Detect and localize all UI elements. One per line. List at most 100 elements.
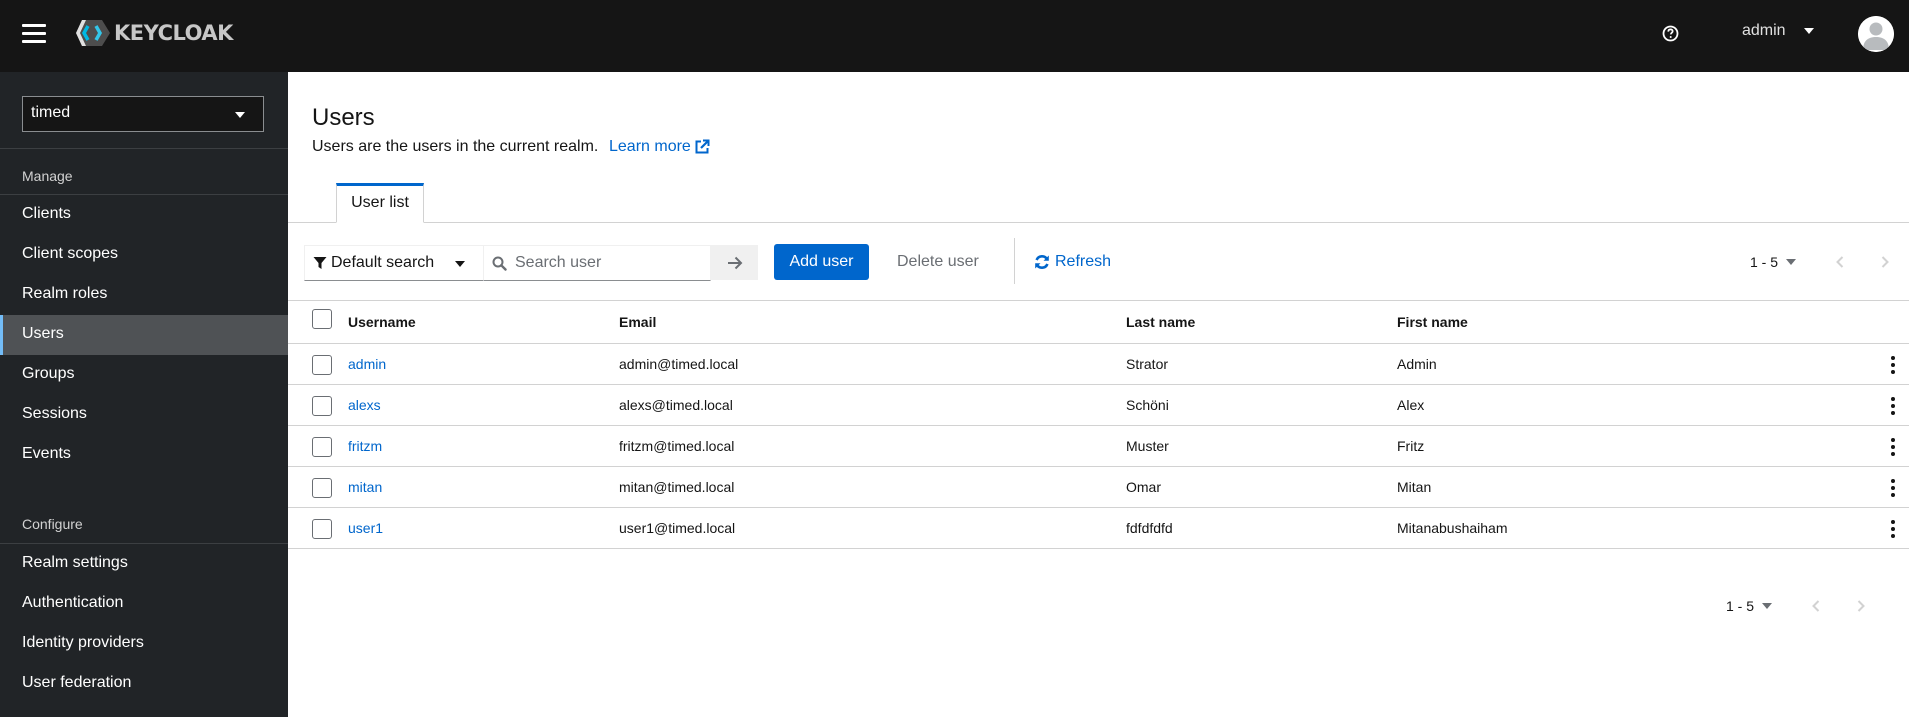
masthead: KEYCLOAK admin — [0, 0, 1909, 72]
sidebar: timed Manage Clients Client scopes Realm… — [0, 72, 288, 717]
user-menu-toggle[interactable]: admin — [1742, 22, 1814, 40]
chevron-right-icon — [1881, 256, 1889, 268]
caret-down-icon — [455, 261, 465, 267]
chevron-left-icon — [1812, 600, 1820, 612]
help-icon[interactable] — [1662, 25, 1679, 42]
column-header-email[interactable]: Email — [619, 301, 656, 343]
username-link[interactable]: admin — [348, 344, 386, 384]
avatar[interactable] — [1858, 16, 1894, 52]
last-name-cell: Omar — [1126, 479, 1161, 495]
table-row: admin admin@timed.local Strator Admin — [288, 344, 1909, 385]
caret-down-icon — [1786, 259, 1797, 265]
username-link[interactable]: mitan — [348, 467, 382, 507]
per-page-toggle[interactable]: 1 - 5 — [1726, 598, 1773, 614]
sidebar-item-sessions[interactable]: Sessions — [0, 395, 288, 435]
search-submit-button[interactable] — [711, 245, 758, 280]
sidebar-item-clients[interactable]: Clients — [0, 195, 288, 235]
main-content: Users Users are the users in the current… — [288, 72, 1909, 717]
row-checkbox[interactable] — [312, 355, 332, 375]
previous-page-button[interactable] — [1830, 252, 1850, 272]
previous-page-button[interactable] — [1806, 596, 1826, 616]
nav-divider — [0, 148, 288, 149]
caret-down-icon — [1762, 603, 1773, 609]
page-description: Users are the users in the current realm… — [312, 138, 599, 155]
delete-user-button[interactable]: Delete user — [885, 244, 991, 280]
user-menu-username: admin — [1742, 22, 1786, 39]
hamburger-menu-icon[interactable] — [22, 24, 46, 44]
keycloak-logo-icon — [76, 20, 110, 46]
email-cell: alexs@timed.local — [619, 397, 733, 413]
last-name-cell: Strator — [1126, 356, 1169, 372]
search-icon — [492, 256, 507, 271]
table-row: alexs alexs@timed.local Schöni Alex — [288, 385, 1909, 426]
brand-logo[interactable]: KEYCLOAK — [74, 18, 233, 48]
row-checkbox[interactable] — [312, 396, 332, 416]
pagination-top: 1 - 5 — [1750, 252, 1895, 272]
row-checkbox[interactable] — [312, 478, 332, 498]
kebab-menu-icon[interactable] — [1887, 397, 1899, 415]
email-cell: admin@timed.local — [619, 356, 739, 372]
row-checkbox[interactable] — [312, 519, 332, 539]
username-link[interactable]: fritzm — [348, 426, 382, 466]
username-link[interactable]: user1 — [348, 508, 383, 548]
column-header-first-name[interactable]: First name — [1397, 301, 1468, 343]
sidebar-item-user-federation[interactable]: User federation — [0, 664, 288, 704]
column-header-last-name[interactable]: Last name — [1126, 301, 1195, 343]
add-user-button[interactable]: Add user — [774, 244, 869, 280]
pagination-bottom: 1 - 5 — [1726, 596, 1871, 616]
sidebar-item-events[interactable]: Events — [0, 435, 288, 475]
arrow-right-icon — [727, 256, 742, 269]
caret-down-icon — [235, 112, 245, 118]
external-link-icon — [695, 139, 710, 154]
table-header-row: Username Email Last name First name — [288, 301, 1909, 344]
avatar-icon — [1858, 16, 1894, 52]
caret-down-icon — [1803, 28, 1814, 34]
column-header-username[interactable]: Username — [348, 301, 416, 343]
search-field[interactable] — [483, 245, 711, 281]
table-row: fritzm fritzm@timed.local Muster Fritz — [288, 426, 1909, 467]
kebab-menu-icon[interactable] — [1887, 438, 1899, 456]
tab-user-list[interactable]: User list — [336, 183, 424, 223]
table-row: user1 user1@timed.local fdfdfdfd Mitanab… — [288, 508, 1909, 549]
realm-selector[interactable]: timed — [22, 96, 264, 132]
sidebar-item-realm-roles[interactable]: Realm roles — [0, 275, 288, 315]
learn-more-label: Learn more — [609, 138, 691, 155]
brand-name: KEYCLOAK — [114, 21, 233, 45]
first-name-cell: Admin — [1397, 356, 1437, 372]
per-page-toggle[interactable]: 1 - 5 — [1750, 254, 1797, 270]
search-type-dropdown[interactable]: Default search — [304, 245, 484, 281]
nav-section-configure: Configure — [22, 516, 83, 532]
search-input[interactable] — [515, 254, 695, 272]
email-cell: mitan@timed.local — [619, 479, 735, 495]
search-type-label: Default search — [331, 254, 435, 271]
users-table: Username Email Last name First name admi… — [288, 301, 1909, 549]
row-checkbox[interactable] — [312, 437, 332, 457]
first-name-cell: Fritz — [1397, 438, 1425, 454]
pagination-range: 1 - 5 — [1726, 598, 1755, 614]
sidebar-item-realm-settings[interactable]: Realm settings — [0, 544, 288, 584]
username-link[interactable]: alexs — [348, 385, 381, 425]
next-page-button[interactable] — [1851, 596, 1871, 616]
first-name-cell: Mitanabushaiham — [1397, 520, 1508, 536]
kebab-menu-icon[interactable] — [1887, 356, 1899, 374]
sidebar-item-client-scopes[interactable]: Client scopes — [0, 235, 288, 275]
pagination-range: 1 - 5 — [1750, 254, 1779, 270]
select-all-checkbox[interactable] — [312, 309, 332, 329]
sidebar-item-users[interactable]: Users — [0, 315, 288, 355]
last-name-cell: Schöni — [1126, 397, 1169, 413]
next-page-button[interactable] — [1875, 252, 1895, 272]
page-title: Users — [312, 104, 375, 131]
kebab-menu-icon[interactable] — [1887, 479, 1899, 497]
first-name-cell: Mitan — [1397, 479, 1432, 495]
refresh-button[interactable]: Refresh — [1034, 244, 1111, 280]
filter-icon — [313, 257, 327, 269]
sidebar-item-groups[interactable]: Groups — [0, 355, 288, 395]
sidebar-item-authentication[interactable]: Authentication — [0, 584, 288, 624]
email-cell: fritzm@timed.local — [619, 438, 735, 454]
email-cell: user1@timed.local — [619, 520, 736, 536]
last-name-cell: fdfdfdfd — [1126, 520, 1173, 536]
learn-more-link[interactable]: Learn more — [609, 138, 710, 156]
sidebar-item-identity-providers[interactable]: Identity providers — [0, 624, 288, 664]
toolbar-divider — [1014, 238, 1015, 284]
kebab-menu-icon[interactable] — [1887, 520, 1899, 538]
